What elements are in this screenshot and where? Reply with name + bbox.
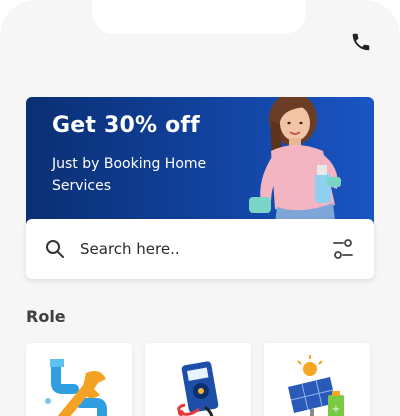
filter-sliders-icon[interactable] (331, 237, 355, 261)
solar-panel-icon: + (288, 355, 344, 416)
banner-subtitle: Just by Booking Home Services (52, 156, 207, 194)
banner-title: Get 30% off (52, 113, 200, 138)
svg-text:+: + (332, 404, 340, 415)
role-card-electrical[interactable] (145, 343, 251, 416)
phone-icon (352, 33, 370, 51)
search-bar[interactable] (26, 219, 374, 279)
role-card-plumbing[interactable] (26, 343, 132, 416)
multimeter-icon (177, 361, 219, 416)
role-section-title: Role (26, 307, 66, 326)
call-button[interactable] (349, 30, 373, 54)
phone-notch (92, 0, 306, 34)
role-card-solar[interactable]: + (264, 343, 370, 416)
phone-screen: Get 30% off Just by Booking Home Service… (0, 0, 400, 416)
search-input[interactable] (80, 233, 330, 265)
search-icon (46, 240, 64, 258)
plumbing-wrench-icon (45, 359, 107, 416)
